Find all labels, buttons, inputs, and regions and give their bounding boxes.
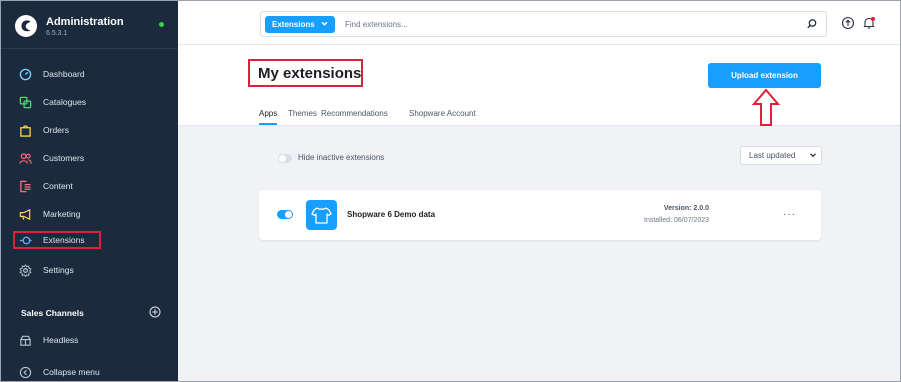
sales-channels-title: Sales Channels — [21, 308, 84, 318]
page-title-highlight: My extensions — [248, 59, 363, 87]
global-search: Extensions — [260, 11, 827, 37]
add-sales-channel-icon[interactable] — [149, 306, 161, 318]
sidebar-item-marketing[interactable]: Marketing — [13, 205, 173, 223]
catalogues-icon — [19, 96, 32, 109]
sidebar-item-label: Orders — [43, 125, 69, 135]
notification-bell-icon[interactable] — [862, 16, 876, 30]
search-type-dropdown[interactable]: Extensions — [265, 16, 335, 33]
orders-icon — [20, 125, 31, 137]
upload-extension-button[interactable]: Upload extension — [708, 63, 821, 88]
main-content: My extensions Upload extension Apps Them… — [178, 46, 900, 381]
sidebar-divider — [1, 48, 178, 49]
sidebar-item-headless[interactable]: Headless — [13, 331, 173, 349]
tab-themes[interactable]: Themes — [288, 109, 317, 125]
search-type-label: Extensions — [272, 20, 315, 29]
content-icon — [20, 180, 31, 193]
sidebar-item-label: Content — [43, 181, 73, 191]
sidebar-item-orders[interactable]: Orders — [13, 121, 173, 139]
brand: Administration 6.5.3.1 — [15, 13, 175, 43]
extension-icon — [306, 200, 337, 230]
headless-icon — [20, 335, 31, 346]
extension-active-toggle[interactable] — [277, 210, 293, 219]
extension-card: Shopware 6 Demo data Version: 2.0.0 Inst… — [259, 190, 821, 240]
extension-name: Shopware 6 Demo data — [347, 210, 436, 219]
hide-inactive-toggle[interactable] — [278, 154, 292, 163]
extension-installed-date: Installed: 06/07/2023 — [644, 217, 709, 224]
sidebar-item-label: Marketing — [43, 209, 81, 219]
sidebar-item-label: Catalogues — [43, 97, 87, 107]
tshirt-icon — [311, 207, 332, 224]
dashboard-icon — [19, 68, 32, 81]
sidebar-item-settings[interactable]: Settings — [13, 261, 173, 279]
tab-shopware-account[interactable]: Shopware Account — [409, 109, 476, 125]
topbar: Extensions — [178, 1, 900, 45]
tab-recommendations[interactable]: Recommendations — [321, 109, 388, 125]
settings-icon — [19, 264, 32, 277]
collapse-icon — [19, 366, 32, 379]
app-title: Administration — [46, 16, 124, 28]
page-header: My extensions Upload extension Apps Them… — [178, 46, 900, 126]
collapse-menu-button[interactable]: Collapse menu — [13, 363, 173, 381]
search-icon[interactable] — [806, 18, 818, 30]
update-icon[interactable] — [841, 16, 855, 30]
chevron-down-icon — [321, 21, 328, 26]
extension-version: Version: 2.0.0 — [663, 205, 709, 212]
shopware-logo-icon — [15, 15, 37, 37]
sidebar-item-content[interactable]: Content — [13, 177, 173, 195]
search-input[interactable] — [345, 17, 785, 32]
chevron-down-icon — [810, 153, 816, 158]
sidebar-item-label: Dashboard — [43, 69, 85, 79]
extension-context-menu-button[interactable]: ··· — [783, 209, 796, 220]
sidebar-item-extensions[interactable]: Extensions — [13, 231, 101, 249]
sidebar-item-catalogues[interactable]: Catalogues — [13, 93, 173, 111]
sidebar: Administration 6.5.3.1 Dashboard Catalog… — [1, 1, 178, 381]
sort-label: Last updated — [749, 151, 796, 160]
page-title: My extensions — [258, 65, 362, 82]
tab-apps[interactable]: Apps — [259, 109, 278, 125]
sidebar-item-customers[interactable]: Customers — [13, 149, 173, 167]
extensions-icon — [19, 236, 32, 245]
marketing-icon — [19, 208, 31, 221]
sidebar-item-label: Extensions — [43, 235, 85, 245]
customers-icon — [19, 153, 32, 164]
sort-select[interactable]: Last updated — [740, 146, 822, 165]
sidebar-item-label: Headless — [43, 335, 79, 345]
sidebar-item-label: Customers — [43, 153, 85, 163]
annotation-arrow-icon — [752, 88, 780, 126]
status-dot — [159, 22, 164, 27]
hide-inactive-label: Hide inactive extensions — [298, 153, 385, 162]
app-version: 6.5.3.1 — [46, 30, 68, 37]
sidebar-item-label: Settings — [43, 265, 74, 275]
sidebar-item-dashboard[interactable]: Dashboard — [13, 65, 173, 83]
collapse-label: Collapse menu — [43, 367, 100, 377]
